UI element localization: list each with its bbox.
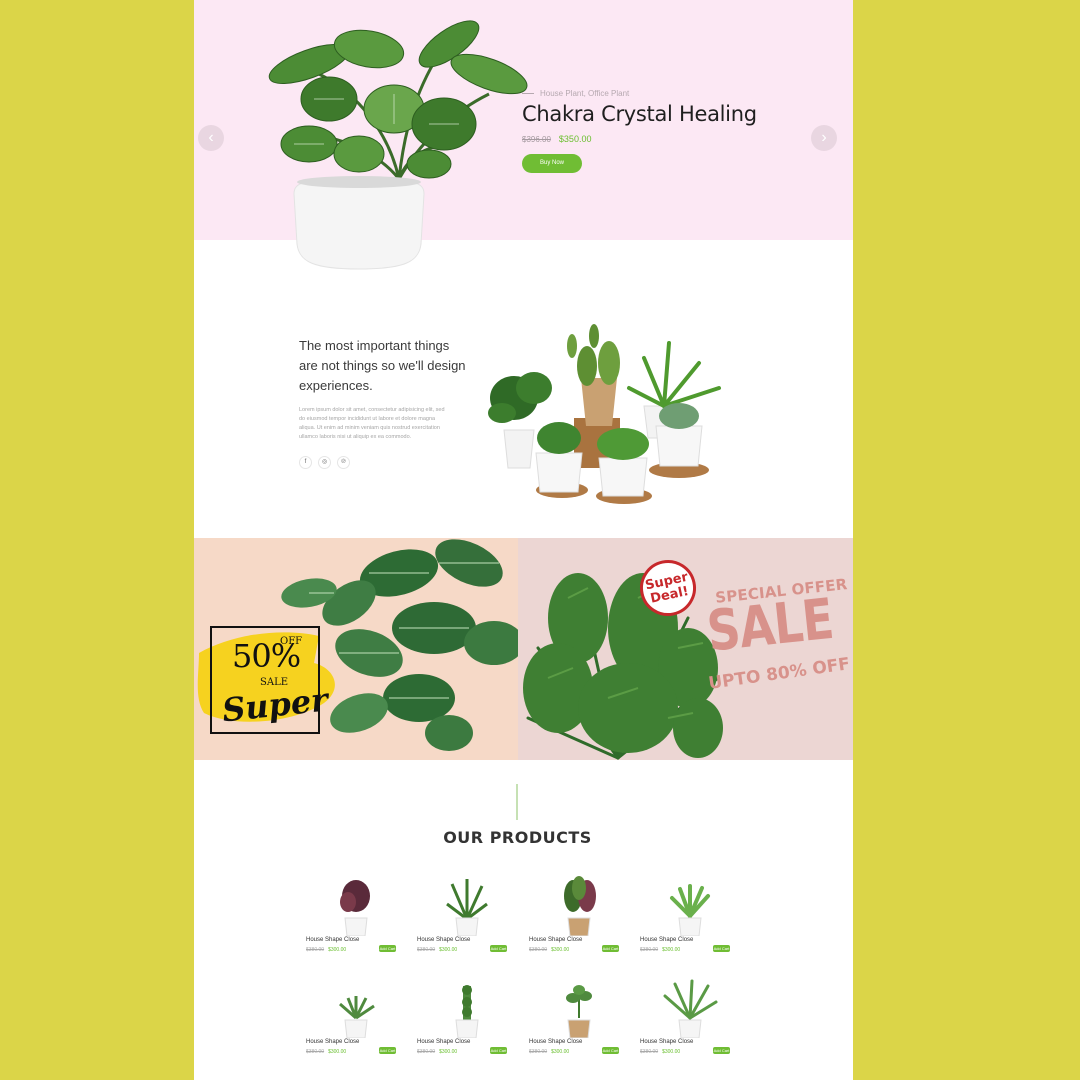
sale-big-text: SALE bbox=[704, 586, 837, 665]
add-to-cart-button[interactable]: Add Cart bbox=[713, 945, 730, 952]
product-old-price: $380.00 bbox=[529, 947, 548, 953]
hero-content: House Plant, Office Plant Chakra Crystal… bbox=[522, 89, 782, 173]
add-to-cart-button[interactable]: Add Cart bbox=[602, 1047, 619, 1054]
add-to-cart-button[interactable]: Add Cart bbox=[602, 945, 619, 952]
discount-off-label: OFF bbox=[280, 636, 303, 647]
about-text-block: The most important things are not things… bbox=[299, 336, 469, 469]
product-prices: $380.00 $300.00 bbox=[640, 947, 680, 953]
hero-prices: $396.00 $350.00 bbox=[522, 134, 782, 144]
product-old-price: $380.00 bbox=[417, 1049, 436, 1055]
conifer-plant-image bbox=[523, 573, 723, 760]
product-plant-image bbox=[566, 985, 592, 1038]
product-prices: $380.00 $300.00 bbox=[417, 1049, 457, 1055]
product-new-price: $300.00 bbox=[551, 1049, 570, 1055]
product-new-price: $300.00 bbox=[328, 1049, 347, 1055]
product-name[interactable]: House Shape Close bbox=[640, 1039, 693, 1045]
product-new-price: $300.00 bbox=[551, 947, 570, 953]
product-prices: $380.00 $300.00 bbox=[306, 947, 346, 953]
hero-old-price: $396.00 bbox=[522, 134, 551, 144]
add-to-cart-button[interactable]: Add Cart bbox=[379, 945, 396, 952]
super-deal-text: Super Deal! bbox=[643, 569, 691, 607]
product-name[interactable]: House Shape Close bbox=[306, 1039, 359, 1045]
product-plant-image bbox=[670, 884, 710, 936]
product-card[interactable]: House Shape Close $380.00 $300.00 Add Cart bbox=[640, 874, 740, 974]
facebook-icon[interactable]: f bbox=[299, 456, 312, 469]
buy-now-button[interactable]: Buy Now bbox=[522, 154, 582, 173]
product-plant-image bbox=[446, 879, 488, 936]
hero-title: Chakra Crystal Healing bbox=[522, 102, 757, 126]
hero-potted-plant-image bbox=[268, 20, 528, 270]
product-name[interactable]: House Shape Close bbox=[529, 937, 582, 943]
product-prices: $380.00 $300.00 bbox=[529, 1049, 569, 1055]
hero-category: House Plant, Office Plant bbox=[522, 89, 782, 98]
add-to-cart-button[interactable]: Add Cart bbox=[713, 1047, 730, 1054]
promo-banner-50-off[interactable]: 50% OFF SALE Super bbox=[194, 538, 518, 760]
product-card[interactable]: House Shape Close $380.00 $300.00 Add Cart bbox=[306, 976, 406, 1076]
product-name[interactable]: House Shape Close bbox=[417, 1039, 470, 1045]
product-name[interactable]: House Shape Close bbox=[529, 1039, 582, 1045]
add-to-cart-button[interactable]: Add Cart bbox=[379, 1047, 396, 1054]
product-new-price: $300.00 bbox=[439, 1049, 458, 1055]
product-new-price: $300.00 bbox=[439, 947, 458, 953]
hero-new-price: $350.00 bbox=[558, 134, 592, 144]
product-old-price: $380.00 bbox=[529, 1049, 548, 1055]
product-plant-image bbox=[564, 876, 596, 936]
product-card[interactable]: House Shape Close $380.00 $300.00 Add Cart bbox=[306, 874, 406, 974]
product-new-price: $300.00 bbox=[662, 1049, 681, 1055]
product-plant-image bbox=[663, 979, 718, 1038]
promo-banner-special-offer[interactable]: Super Deal! SPECIAL OFFER SALE UPTO 80% … bbox=[518, 538, 853, 760]
instagram-icon[interactable]: ◎ bbox=[318, 456, 331, 469]
about-heading: The most important things are not things… bbox=[299, 338, 466, 393]
slider-prev-arrow-icon[interactable]: ‹ bbox=[198, 125, 224, 151]
add-to-cart-button[interactable]: Add Cart bbox=[490, 1047, 507, 1054]
pinterest-icon[interactable]: ℗ bbox=[337, 456, 350, 469]
product-new-price: $300.00 bbox=[662, 947, 681, 953]
product-new-price: $300.00 bbox=[328, 947, 347, 953]
product-card[interactable]: House Shape Close $380.00 $300.00 Add Cart bbox=[640, 976, 740, 1076]
product-plant-image bbox=[455, 985, 479, 1038]
product-plant-image bbox=[340, 880, 370, 936]
social-links: f ◎ ℗ bbox=[299, 456, 469, 469]
section-divider bbox=[516, 784, 518, 820]
product-old-price: $380.00 bbox=[417, 947, 436, 953]
add-to-cart-button[interactable]: Add Cart bbox=[490, 945, 507, 952]
product-card[interactable]: House Shape Close $380.00 $300.00 Add Cart bbox=[529, 976, 629, 1076]
product-card[interactable]: House Shape Close $380.00 $300.00 Add Cart bbox=[417, 976, 517, 1076]
product-prices: $380.00 $300.00 bbox=[417, 947, 457, 953]
product-card[interactable]: House Shape Close $380.00 $300.00 Add Cart bbox=[529, 874, 629, 974]
product-card[interactable]: House Shape Close $380.00 $300.00 Add Cart bbox=[417, 874, 517, 974]
products-title: OUR PRODUCTS bbox=[443, 828, 592, 847]
product-old-price: $380.00 bbox=[306, 947, 325, 953]
product-name[interactable]: House Shape Close bbox=[640, 937, 693, 943]
product-name[interactable]: House Shape Close bbox=[306, 937, 359, 943]
product-prices: $380.00 $300.00 bbox=[529, 947, 569, 953]
product-old-price: $380.00 bbox=[640, 1049, 659, 1055]
product-prices: $380.00 $300.00 bbox=[640, 1049, 680, 1055]
hero-slider: ‹ › House Plant, Office Plant Chakra Cry… bbox=[194, 0, 853, 270]
plant-collection-image bbox=[488, 324, 721, 504]
product-old-price: $380.00 bbox=[306, 1049, 325, 1055]
slider-next-arrow-icon[interactable]: › bbox=[811, 125, 837, 151]
product-plant-image bbox=[339, 996, 375, 1038]
product-prices: $380.00 $300.00 bbox=[306, 1049, 346, 1055]
product-name[interactable]: House Shape Close bbox=[417, 937, 470, 943]
about-body: Lorem ipsum dolor sit amet, consectetur … bbox=[299, 407, 445, 440]
website-page: ‹ › House Plant, Office Plant Chakra Cry… bbox=[194, 0, 853, 1080]
product-old-price: $380.00 bbox=[640, 947, 659, 953]
